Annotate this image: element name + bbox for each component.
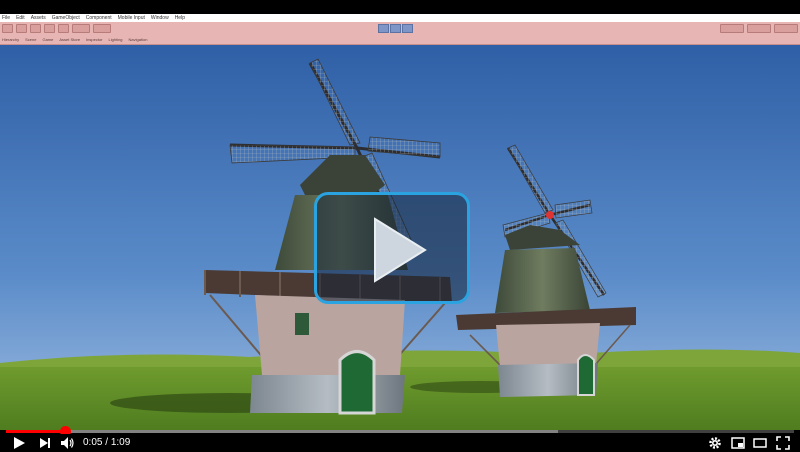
editor-tab: Navigation	[128, 36, 148, 42]
scale-tool-icon	[44, 23, 55, 33]
editor-menubar: File Edit Assets GameObject Component Mo…	[0, 14, 800, 22]
menu-item: Help	[174, 15, 185, 21]
editor-tab: Inspector	[86, 36, 103, 42]
hand-tool-icon	[2, 23, 13, 33]
time-total: 1:09	[110, 437, 131, 448]
menu-item: Component	[85, 15, 112, 21]
next-icon[interactable]	[38, 436, 52, 450]
menu-item: Mobile Input	[117, 15, 145, 21]
time-separator: /	[102, 437, 111, 448]
editor-tabs: Hierarchy Scene Game Asset Store Inspect…	[0, 34, 800, 44]
global-toggle	[93, 23, 111, 33]
move-tool-icon	[16, 23, 27, 33]
editor-tab: Asset Store	[59, 36, 81, 42]
menu-item: Edit	[16, 15, 25, 21]
play-icon	[374, 217, 427, 283]
fullscreen-icon[interactable]	[776, 436, 790, 450]
account-dropdown	[720, 24, 744, 33]
editor-tab: Hierarchy	[2, 36, 20, 42]
editor-step-icon	[402, 24, 413, 33]
editor-play-controls	[378, 24, 413, 33]
time-current: 0:05	[83, 437, 103, 448]
played-fill	[6, 430, 66, 433]
time-display: 0:05 / 1:09	[83, 436, 130, 450]
editor-tab: Scene	[25, 36, 37, 42]
unity-editor-strip: File Edit Assets GameObject Component Mo…	[0, 14, 800, 45]
volume-icon[interactable]	[60, 436, 74, 450]
miniplayer-icon[interactable]	[731, 436, 745, 450]
buffer-fill	[6, 430, 558, 433]
player-controls: 0:05 / 1:09	[0, 434, 800, 452]
play-icon[interactable]	[12, 436, 26, 450]
rotate-tool-icon	[30, 23, 41, 33]
editor-tab: Lighting	[108, 36, 123, 42]
editor-pause-icon	[390, 24, 401, 33]
editor-toolbar	[0, 22, 800, 34]
theater-icon[interactable]	[753, 436, 767, 450]
rect-tool-icon	[58, 23, 69, 33]
editor-right-tools	[720, 24, 798, 33]
editor-tab: Game	[42, 36, 54, 42]
pivot-toggle	[72, 23, 90, 33]
gear-icon[interactable]	[708, 436, 722, 450]
menu-item: GameObject	[51, 15, 80, 21]
large-play-button[interactable]	[314, 192, 470, 304]
video-player[interactable]: File Edit Assets GameObject Component Mo…	[0, 0, 800, 452]
progress-bar[interactable]	[6, 426, 794, 437]
top-letterbox	[0, 0, 800, 14]
layout-dropdown	[774, 24, 798, 33]
layers-dropdown	[747, 24, 771, 33]
editor-play-icon	[378, 24, 389, 33]
menu-item: Assets	[30, 15, 46, 21]
menu-item: File	[2, 15, 11, 21]
menu-item: Window	[150, 15, 169, 21]
video-scene[interactable]	[0, 45, 800, 430]
